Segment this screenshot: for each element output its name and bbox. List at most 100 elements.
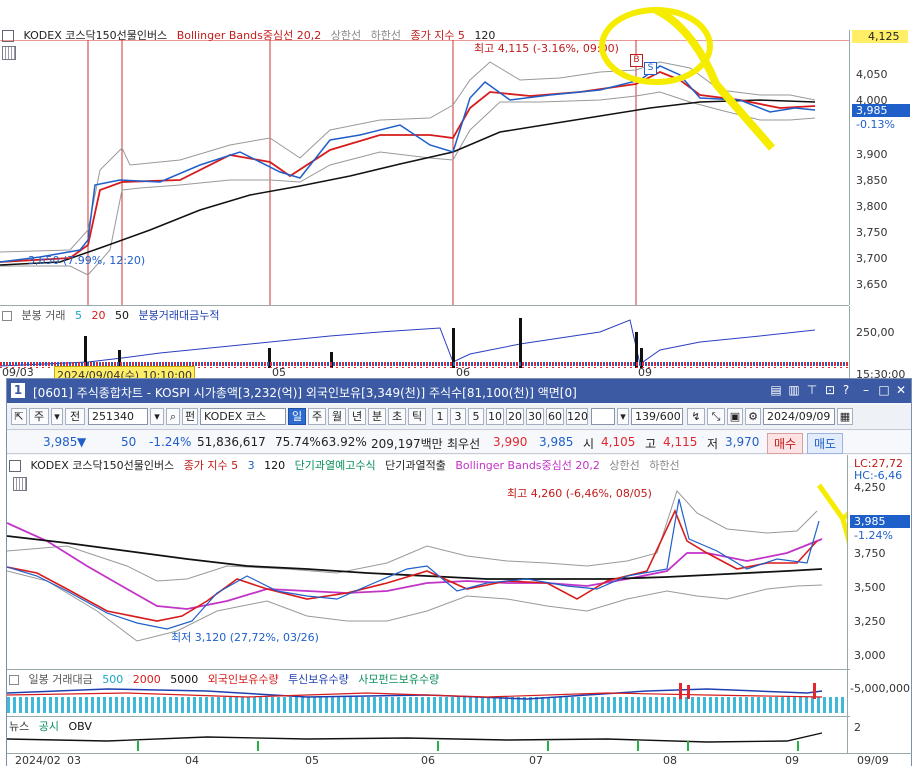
pane-divider[interactable] xyxy=(7,669,850,670)
interval-1[interactable]: 1 xyxy=(432,408,448,425)
volume-spike xyxy=(813,683,816,699)
y-tick: 3,750 xyxy=(854,547,886,560)
change-pct: -1.24% xyxy=(149,435,192,449)
x-date-label: 08 xyxy=(663,754,677,767)
ratio-1: 75.74% xyxy=(275,435,321,449)
window-title-bar[interactable]: 1 [0601] 주식종합차트 - KOSPI 시가총액[3,232(억)] 외… xyxy=(7,379,911,403)
close-icon[interactable]: ✕ xyxy=(894,383,908,397)
interval-custom-input[interactable] xyxy=(591,408,615,425)
ma120-line xyxy=(7,535,823,580)
bollinger-lower-band xyxy=(7,570,823,642)
top-volume-axis: 250,00 15:30:00 xyxy=(849,306,912,381)
window-menu-icon[interactable]: ▤ xyxy=(769,383,783,397)
maximize-icon[interactable]: □ xyxy=(877,383,891,397)
stock-code-input[interactable]: 251340 xyxy=(88,408,148,425)
chart-type-icon[interactable]: ↯ xyxy=(687,408,705,425)
y-tick: 3,700 xyxy=(856,252,888,265)
code-dropdown-icon[interactable]: ▾ xyxy=(150,408,164,425)
y-tick: 3,900 xyxy=(856,148,888,161)
news-marker xyxy=(547,741,549,751)
tab-second[interactable]: 초 xyxy=(388,408,406,425)
high-annotation: 최고 4,260 (-6,46%, 08/05) xyxy=(507,487,652,500)
top-price-badge: 4,125 xyxy=(852,30,908,43)
y-tick: 3,250 xyxy=(854,615,886,628)
interval-60[interactable]: 60 xyxy=(546,408,564,425)
period-button-week[interactable]: 주 xyxy=(29,408,49,425)
trade-amount: 209,197백만 xyxy=(371,437,443,451)
search-icon[interactable]: ⌕ xyxy=(166,408,180,425)
interval-120[interactable]: 120 xyxy=(566,408,588,425)
stock-chart-window[interactable]: 1 [0601] 주식종합차트 - KOSPI 시가총액[3,232(억)] 외… xyxy=(6,378,912,767)
calendar-icon[interactable]: ▦ xyxy=(837,408,853,425)
interval-20[interactable]: 20 xyxy=(506,408,524,425)
news-marker xyxy=(257,741,259,751)
y-tick: 4,050 xyxy=(856,68,888,81)
x-date-label: 07 xyxy=(529,754,543,767)
x-date-label: 04 xyxy=(185,754,199,767)
window-title: [0601] 주식종합차트 - KOSPI 시가총액[3,232(억)] 외국인… xyxy=(33,386,577,400)
interval-dropdown-icon[interactable]: ▾ xyxy=(617,408,629,425)
data-count-field[interactable]: 139/600 xyxy=(631,408,683,425)
best-bid-label: 최우선 xyxy=(447,437,481,451)
interval-3[interactable]: 3 xyxy=(450,408,466,425)
x-axis-divider xyxy=(7,753,912,754)
interval-10[interactable]: 10 xyxy=(486,408,504,425)
gear-icon[interactable]: ⚙ xyxy=(745,408,761,425)
pct-label: -0.13% xyxy=(856,118,895,131)
help-icon[interactable]: ? xyxy=(839,383,853,397)
obv-plot xyxy=(7,732,823,751)
tab-yearly[interactable]: 년 xyxy=(348,408,366,425)
down-arrow-icon: ▼ xyxy=(77,435,87,449)
y-tick: 4,250 xyxy=(854,481,886,494)
daily-volume-plot xyxy=(7,683,850,713)
volume-tick: -5,000,000 xyxy=(850,682,910,695)
interval-30[interactable]: 30 xyxy=(526,408,544,425)
daily-chart-area[interactable]: KODEX 코스닥150선물인버스 종가 지수 5 3 120 단기과열예고수식… xyxy=(7,455,912,767)
current-price-badge: 3,985 xyxy=(850,515,910,528)
x-end-date: 09/09 xyxy=(857,754,889,767)
stock-name-field[interactable]: KODEX 코스 xyxy=(200,408,286,425)
obv-line xyxy=(7,732,823,743)
save-icon[interactable]: ▣ xyxy=(727,408,743,425)
tab-weekly[interactable]: 주 xyxy=(308,408,326,425)
price-candles xyxy=(7,498,820,630)
high-label: 고 xyxy=(645,437,657,451)
current-price-badge: 3,985 xyxy=(852,104,910,117)
zoom-icon[interactable]: ⤡ xyxy=(707,408,725,425)
low-price: 3,970 xyxy=(725,435,760,449)
x-date-label: 09 xyxy=(785,754,799,767)
pin-icon[interactable]: ⊤ xyxy=(805,383,819,397)
current-price: 3,985 xyxy=(43,435,78,449)
date-input[interactable]: 2024/09/09 xyxy=(763,408,835,425)
ratio-2: 63.92% xyxy=(321,435,367,449)
open-price: 4,105 xyxy=(601,435,636,449)
obv-axis: 2 xyxy=(847,717,911,753)
window-link-icon[interactable]: ▥ xyxy=(787,383,801,397)
ma5-line xyxy=(7,508,818,622)
background-intraday-chart[interactable]: KODEX 코스닥150선물인버스 Bollinger Bands중심선 20,… xyxy=(0,0,912,384)
pane-divider[interactable] xyxy=(7,716,850,717)
interval-5[interactable]: 5 xyxy=(468,408,484,425)
tab-daily[interactable]: 일 xyxy=(288,408,306,425)
tab-monthly[interactable]: 월 xyxy=(328,408,346,425)
buy-button[interactable]: 매수 xyxy=(767,433,804,454)
sell-button[interactable]: 매도 xyxy=(807,433,844,454)
pane-divider[interactable] xyxy=(0,305,849,306)
tab-tick[interactable]: 틱 xyxy=(408,408,426,425)
y-tick: 3,850 xyxy=(856,174,888,187)
toolbar-arrow-icon[interactable]: ⇱ xyxy=(11,408,27,425)
fund-button[interactable]: 펀 xyxy=(182,408,198,425)
low-annotation: 최저 3,120 (27,72%, 03/26) xyxy=(171,631,319,644)
best-ask: 3,985 xyxy=(539,435,574,449)
minimize-icon[interactable]: – xyxy=(859,383,873,397)
daily-price-plot xyxy=(7,490,823,642)
x-date-label: 05 xyxy=(305,754,319,767)
news-marker xyxy=(137,741,139,751)
window-number: 1 xyxy=(11,383,25,398)
window-tile-icon[interactable]: ⊡ xyxy=(823,383,837,397)
tab-minute[interactable]: 분 xyxy=(368,408,386,425)
top-price-axis: 4,125 4,050 4,000 3,985 -0.13% 3,900 3,8… xyxy=(849,30,912,305)
period-button-all[interactable]: 전 xyxy=(65,408,85,425)
y-tick: 3,500 xyxy=(854,581,886,594)
period-dropdown-icon[interactable]: ▾ xyxy=(51,408,63,425)
